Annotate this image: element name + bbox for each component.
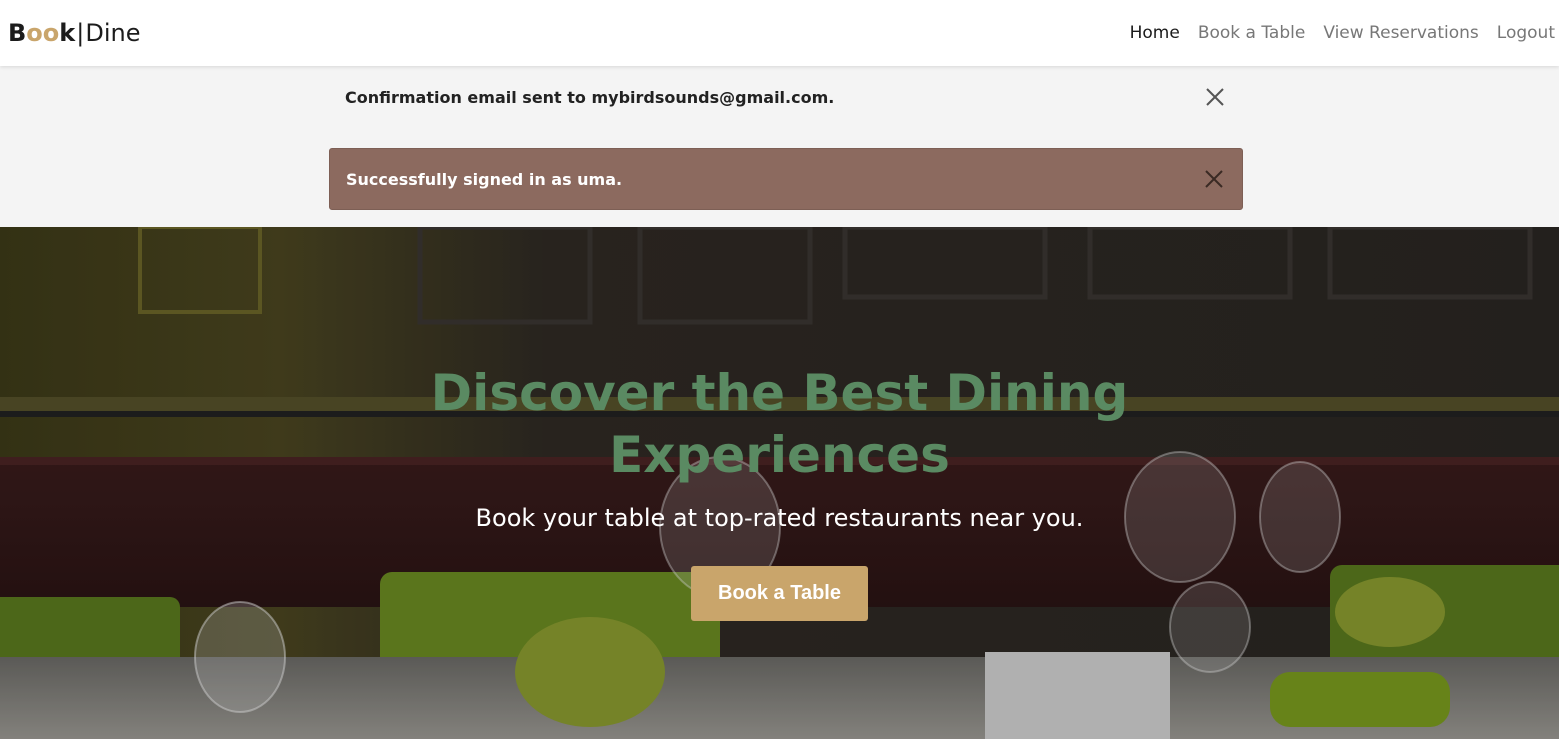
alert-message: Successfully signed in as uma. [346, 169, 623, 189]
brand-separator: | [76, 19, 85, 47]
alert-message: Confirmation email sent to mybirdsounds@… [345, 87, 835, 107]
book-a-table-button[interactable]: Book a Table [691, 566, 868, 621]
close-icon[interactable] [1202, 167, 1226, 191]
brand-letter-k: k [59, 19, 76, 47]
hero-section: Discover the Best Dining Experiences Boo… [0, 227, 1559, 739]
hero-content: Discover the Best Dining Experiences Boo… [0, 362, 1559, 621]
brand-letter-b: B [8, 19, 27, 47]
nav-link-view-reservations[interactable]: View Reservations [1323, 23, 1478, 43]
alert-confirmation-email: Confirmation email sent to mybirdsounds@… [329, 66, 1243, 128]
close-icon[interactable] [1203, 85, 1227, 109]
nav-link-book-a-table[interactable]: Book a Table [1198, 23, 1306, 43]
navbar: Boo k | Dine Home Book a Table View Reserva… [0, 0, 1559, 66]
brand-dine: Dine [85, 19, 141, 47]
hero-title: Discover the Best Dining Experiences [430, 364, 1129, 484]
nav-link-home[interactable]: Home [1130, 23, 1180, 43]
nav-link-logout[interactable]: Logout [1497, 23, 1555, 43]
nav-links: Home Book a Table View Reservations Logo… [1112, 23, 1555, 43]
alert-signed-in: Successfully signed in as uma. [329, 148, 1243, 210]
brand-logo[interactable]: Boo k | Dine [8, 19, 140, 47]
brand-letters-oo: oo [26, 19, 60, 47]
messages-area: Confirmation email sent to mybirdsounds@… [0, 66, 1559, 227]
hero-subtitle: Book your table at top-rated restaurants… [475, 504, 1084, 532]
